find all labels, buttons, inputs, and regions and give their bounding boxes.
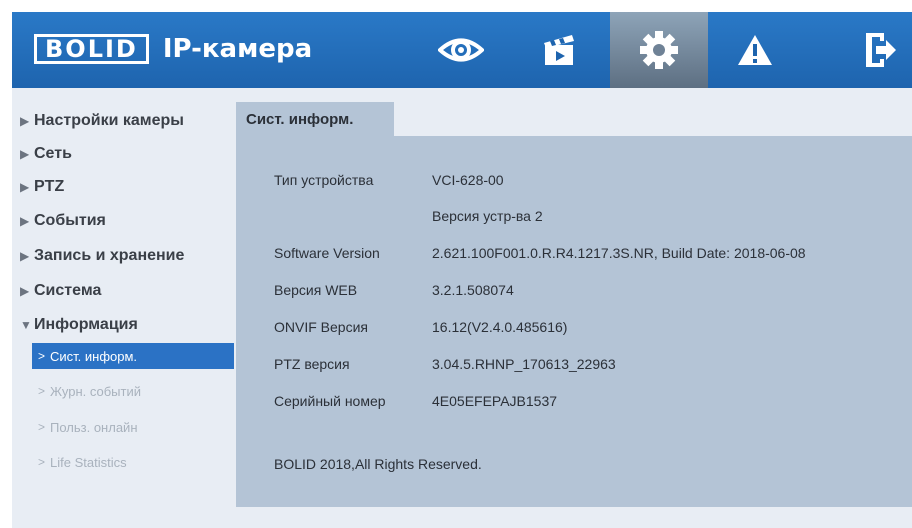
- triangle-right-icon: ▶: [20, 249, 30, 263]
- triangle-down-icon: ▼: [20, 318, 32, 332]
- gear-icon: [640, 31, 678, 69]
- sidebar-subitem-label: Журн. событий: [50, 383, 141, 399]
- sidebar-item-information[interactable]: ▼ Информация: [12, 310, 234, 340]
- sidebar-item-label: Сеть: [34, 145, 72, 162]
- nav-alarm-button[interactable]: [706, 12, 804, 88]
- logout-icon: [866, 33, 896, 67]
- sidebar-subitem-system-info[interactable]: > Сист. информ.: [32, 343, 234, 369]
- sidebar-subitem-label: Польз. онлайн: [50, 419, 138, 435]
- info-value: 16.12(V2.4.0.485616): [432, 319, 568, 335]
- info-value: 3.2.1.508074: [432, 282, 514, 298]
- sidebar-item-label: Информация: [34, 316, 138, 333]
- sidebar-item-label: Настройки камеры: [34, 112, 184, 129]
- info-label: PTZ версия: [274, 356, 350, 372]
- tab-system-info[interactable]: Сист. информ.: [236, 102, 394, 136]
- sidebar-item-storage[interactable]: ▶ Запись и хранение: [12, 241, 234, 271]
- chevron-right-icon: >: [38, 455, 46, 469]
- sidebar: ▶ Настройки камеры ▶ Сеть ▶ PTZ ▶ Событи…: [12, 88, 234, 528]
- chevron-right-icon: >: [38, 420, 46, 434]
- sidebar-subitem-life-statistics[interactable]: > Life Statistics: [32, 449, 234, 475]
- sidebar-item-label: Запись и хранение: [34, 247, 185, 264]
- info-label: Software Version: [274, 245, 380, 261]
- triangle-right-icon: ▶: [20, 284, 30, 298]
- chevron-right-icon: >: [38, 349, 46, 363]
- sidebar-item-events[interactable]: ▶ События: [12, 206, 234, 236]
- sidebar-subitem-online-users[interactable]: > Польз. онлайн: [32, 414, 234, 440]
- sidebar-item-label: События: [34, 212, 106, 229]
- info-value: Версия устр-ва 2: [432, 208, 543, 224]
- info-label: ONVIF Версия: [274, 319, 368, 335]
- info-value: VCI-628-00: [432, 172, 504, 188]
- triangle-right-icon: ▶: [20, 114, 30, 128]
- logo-text: IP-камера: [162, 34, 313, 64]
- info-value: 3.04.5.RHNP_170613_22963: [432, 356, 616, 372]
- sidebar-item-system[interactable]: ▶ Система: [12, 276, 234, 306]
- info-value: 4E05EFEPAJB1537: [432, 393, 558, 409]
- nav-playback-button[interactable]: [510, 12, 608, 88]
- warning-icon: [738, 35, 772, 65]
- eye-icon: [438, 38, 484, 62]
- sidebar-subitem-event-log[interactable]: > Журн. событий: [32, 378, 234, 404]
- sidebar-item-label: Система: [34, 282, 102, 299]
- sidebar-item-camera-settings[interactable]: ▶ Настройки камеры: [12, 106, 234, 136]
- nav-settings-button[interactable]: [610, 12, 708, 88]
- triangle-right-icon: ▶: [20, 180, 30, 194]
- info-label: Серийный номер: [274, 393, 386, 409]
- sidebar-subitem-label: Сист. информ.: [50, 348, 138, 364]
- sidebar-subitem-label: Life Statistics: [50, 454, 127, 470]
- copyright-footer: BOLID 2018,All Rights Reserved.: [274, 456, 482, 472]
- nav-live-view-button[interactable]: [412, 12, 510, 88]
- sidebar-item-network[interactable]: ▶ Сеть: [12, 139, 234, 169]
- sidebar-item-ptz[interactable]: ▶ PTZ: [12, 172, 234, 202]
- triangle-right-icon: ▶: [20, 214, 30, 228]
- brand-logo: BOLID IP-камера: [34, 34, 312, 64]
- info-label: Версия WEB: [274, 282, 358, 298]
- info-value: 2.621.100F001.0.R.R4.1217.3S.NR, Build D…: [432, 245, 806, 261]
- top-bar: BOLID IP-камера: [12, 12, 912, 88]
- info-label: Тип устройства: [274, 172, 374, 188]
- logo-badge: BOLID: [34, 34, 149, 64]
- nav-logout-button[interactable]: [832, 12, 912, 88]
- triangle-right-icon: ▶: [20, 147, 30, 161]
- sidebar-item-label: PTZ: [34, 178, 65, 195]
- chevron-right-icon: >: [38, 384, 46, 398]
- clapperboard-icon: [544, 35, 574, 65]
